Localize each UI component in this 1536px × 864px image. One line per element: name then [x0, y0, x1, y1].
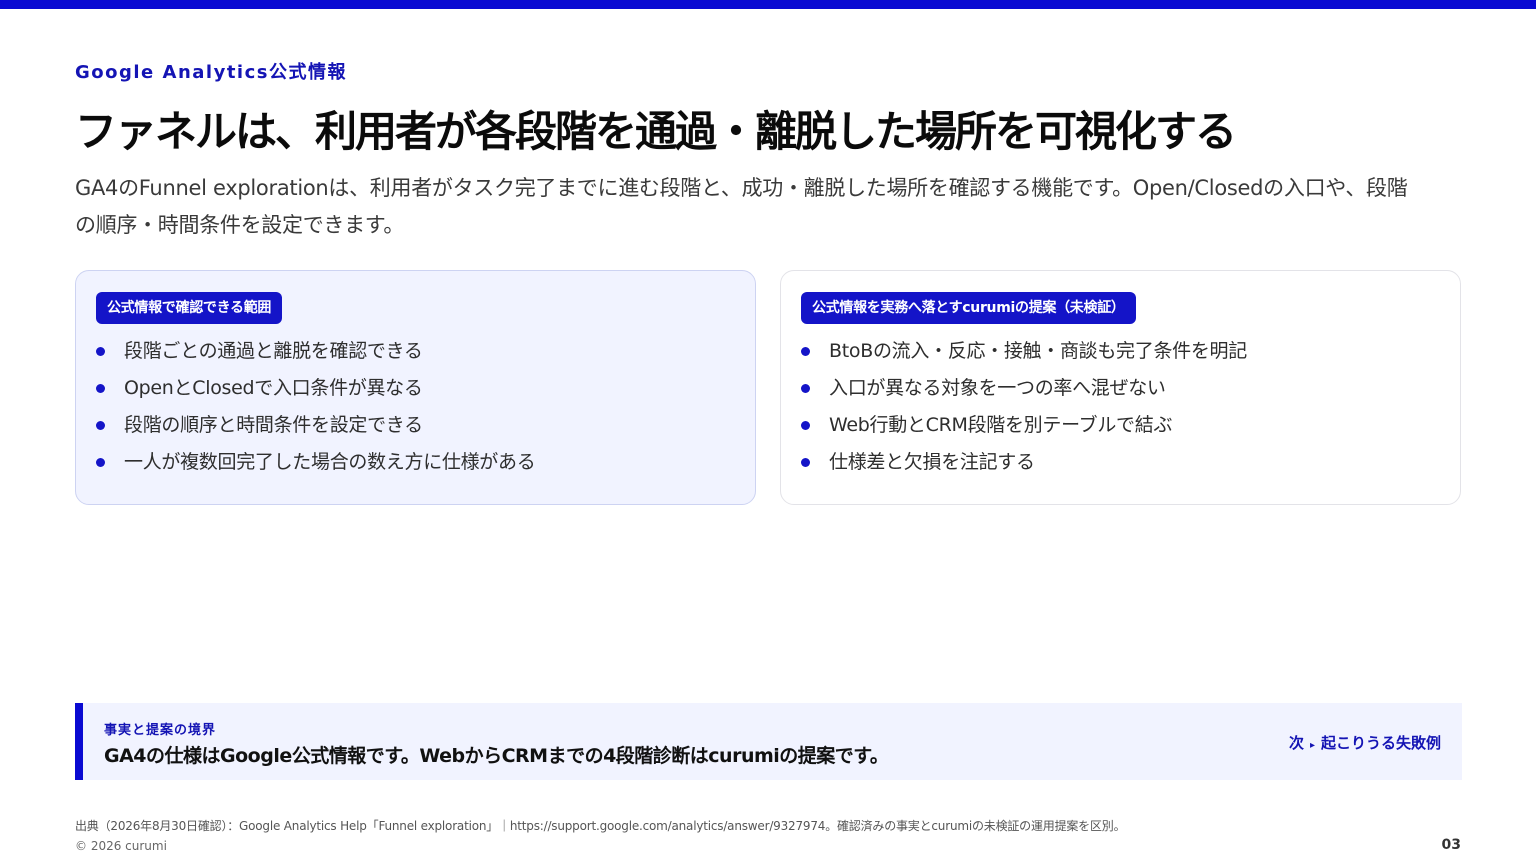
bullet-dot-icon [96, 421, 105, 430]
list-item-text: 入口が異なる対象を一つの率へ混ぜない [829, 377, 1166, 399]
bullet-dot-icon [96, 458, 105, 467]
bullet-dot-icon [801, 458, 810, 467]
bullet-dot-icon [801, 421, 810, 430]
list-item-text: 仕様差と欠損を注記する [829, 451, 1035, 473]
list-item-text: 段階の順序と時間条件を設定できる [124, 414, 423, 436]
list-item-text: Web行動とCRM段階を別テーブルで結ぶ [829, 414, 1173, 436]
next-slide-link[interactable]: 次 ▸ 起こりうる失敗例 [1289, 732, 1441, 753]
top-accent-bar [0, 0, 1536, 9]
boundary-text: GA4の仕様はGoogle公式情報です。WebからCRMまでの4段階診断はcur… [104, 745, 889, 767]
curumi-proposal-list: BtoBの流入・反応・接触・商談も完了条件を明記 入口が異なる対象を一つの率へ混… [801, 333, 1247, 481]
curumi-proposal-tag: 公式情報を実務へ落とすcurumiの提案（未検証） [801, 292, 1136, 324]
list-item: 段階ごとの通過と離脱を確認できる [96, 333, 535, 370]
list-item-text: OpenとClosedで入口条件が異なる [124, 377, 423, 399]
copyright-notice: © 2026 curumi [75, 839, 167, 853]
lead-paragraph: GA4のFunnel explorationは、利用者がタスク完了までに進む段階… [75, 176, 1408, 237]
list-item: Web行動とCRM段階を別テーブルで結ぶ [801, 407, 1247, 444]
page-title: ファネルは、利用者が各段階を通過・離脱した場所を可視化する [75, 107, 1237, 156]
bullet-dot-icon [96, 384, 105, 393]
bullet-dot-icon [801, 347, 810, 356]
list-item-text: 段階ごとの通過と離脱を確認できる [124, 340, 423, 362]
list-item: 入口が異なる対象を一つの率へ混ぜない [801, 370, 1247, 407]
boundary-label: 事実と提案の境界 [104, 723, 217, 738]
list-item-text: 一人が複数回完了した場合の数え方に仕様がある [124, 451, 536, 473]
bullet-dot-icon [96, 347, 105, 356]
eyebrow-label: Google Analytics公式情報 [75, 62, 347, 83]
list-item: OpenとClosedで入口条件が異なる [96, 370, 535, 407]
next-prefix: 次 [1288, 734, 1304, 752]
bullet-dot-icon [801, 384, 810, 393]
official-scope-list: 段階ごとの通過と離脱を確認できる OpenとClosedで入口条件が異なる 段階… [96, 333, 536, 481]
list-item: BtoBの流入・反応・接触・商談も完了条件を明記 [801, 333, 1247, 370]
arrow-right-icon: ▸ [1309, 740, 1315, 751]
source-citation: 出典（2026年8月30日確認）：Google Analytics Help「F… [75, 819, 1126, 833]
official-scope-card: 公式情報で確認できる範囲 段階ごとの通過と離脱を確認できる OpenとClose… [75, 270, 756, 505]
official-scope-tag: 公式情報で確認できる範囲 [96, 292, 283, 324]
list-item: 仕様差と欠損を注記する [801, 444, 1247, 481]
list-item: 段階の順序と時間条件を設定できる [96, 407, 535, 444]
curumi-proposal-card: 公式情報を実務へ落とすcurumiの提案（未検証） BtoBの流入・反応・接触・… [780, 270, 1461, 505]
page-number: 03 [1441, 837, 1461, 853]
next-label: 起こりうる失敗例 [1320, 734, 1441, 752]
list-item-text: BtoBの流入・反応・接触・商談も完了条件を明記 [829, 340, 1247, 362]
list-item: 一人が複数回完了した場合の数え方に仕様がある [96, 444, 536, 481]
fact-proposal-boundary-callout: 事実と提案の境界 GA4の仕様はGoogle公式情報です。WebからCRMまでの… [75, 703, 1462, 780]
